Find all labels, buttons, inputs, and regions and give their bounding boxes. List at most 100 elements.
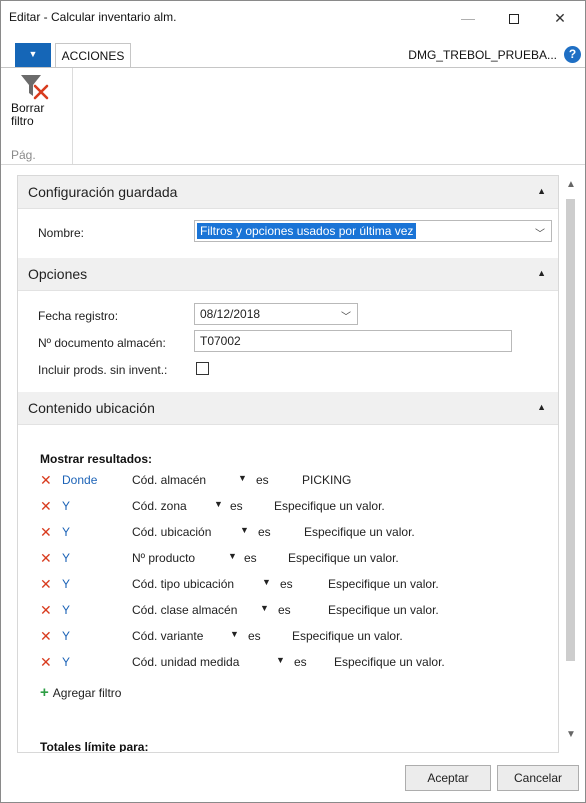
- filter-value[interactable]: Especifique un valor.: [292, 629, 403, 643]
- filter-conjunction: Y: [62, 499, 71, 513]
- filter-conjunction: Y: [62, 603, 71, 617]
- filter-row: ✕ Y Cód. clase almacén ▼ es Especifique …: [40, 602, 550, 620]
- add-filter-button[interactable]: + Agregar filtro: [40, 684, 121, 701]
- saved-config-value: Filtros y opciones usados por última vez: [197, 223, 417, 239]
- chevron-down-icon: ﹀: [535, 229, 545, 240]
- add-filter-label: Agregar filtro: [52, 686, 122, 700]
- cancel-button[interactable]: Cancelar: [497, 765, 579, 791]
- section-title: Opciones: [28, 266, 88, 282]
- filter-field[interactable]: Nº producto: [132, 551, 195, 565]
- limit-totals-label: Totales límite para:: [40, 740, 149, 753]
- section-bin-contents[interactable]: Contenido ubicación ▲: [18, 392, 558, 425]
- filter-field[interactable]: Cód. ubicación: [132, 525, 211, 539]
- filter-conjunction: Y: [62, 577, 71, 591]
- filter-conjunction: Y: [62, 525, 71, 539]
- remove-filter-icon[interactable]: ✕: [40, 498, 52, 514]
- filter-operator: es: [280, 577, 293, 591]
- chevron-up-icon[interactable]: ▲: [537, 268, 546, 278]
- filter-operator: es: [230, 499, 243, 513]
- filter-row: ✕ Y Nº producto ▼ es Especifique un valo…: [40, 550, 550, 568]
- filter-row: ✕ Y Cód. ubicación ▼ es Especifique un v…: [40, 524, 550, 542]
- filter-value[interactable]: Especifique un valor.: [304, 525, 415, 539]
- filter-conjunction: Y: [62, 629, 71, 643]
- date-value: 08/12/2018: [200, 307, 261, 321]
- filter-field[interactable]: Cód. clase almacén: [132, 603, 237, 617]
- section-saved-config[interactable]: Configuración guardada ▲: [18, 176, 558, 209]
- title-bar: Editar - Calcular inventario alm. — ✕: [1, 1, 585, 35]
- filter-value[interactable]: Especifique un valor.: [334, 655, 445, 669]
- filter-conjunction: Y: [62, 655, 71, 669]
- chevron-up-icon[interactable]: ▲: [537, 186, 546, 196]
- chevron-up-icon[interactable]: ▲: [537, 402, 546, 412]
- tab-acciones[interactable]: ACCIONES: [55, 43, 131, 68]
- saved-config-select[interactable]: Filtros y opciones usados por última vez…: [194, 220, 552, 242]
- ribbon-group-label: Pág.: [11, 148, 36, 162]
- filter-field[interactable]: Cód. almacén: [132, 473, 206, 487]
- doc-value: T07002: [200, 334, 241, 348]
- accept-button[interactable]: Aceptar: [405, 765, 491, 791]
- filter-row: ✕ Y Cód. zona ▼ es Especifique un valor.: [40, 498, 550, 516]
- caret-down-icon[interactable]: ▼: [214, 499, 223, 509]
- window-title: Editar - Calcular inventario alm.: [9, 10, 177, 24]
- clear-filter-icon: [21, 75, 49, 100]
- filter-row: ✕ Y Cód. tipo ubicación ▼ es Especifique…: [40, 576, 550, 594]
- minimize-button[interactable]: —: [445, 1, 491, 35]
- filter-value[interactable]: Especifique un valor.: [274, 499, 385, 513]
- filter-row: ✕ Y Cód. variante ▼ es Especifique un va…: [40, 628, 550, 646]
- section-title: Contenido ubicación: [28, 400, 155, 416]
- caret-down-icon[interactable]: ▼: [230, 629, 239, 639]
- filter-operator: es: [258, 525, 271, 539]
- maximize-button[interactable]: [491, 1, 537, 35]
- filter-value[interactable]: Especifique un valor.: [288, 551, 399, 565]
- close-button[interactable]: ✕: [537, 1, 583, 35]
- help-icon[interactable]: ?: [564, 46, 581, 63]
- scroll-down-icon[interactable]: ▼: [562, 727, 580, 743]
- remove-filter-icon[interactable]: ✕: [40, 602, 52, 618]
- dialog-window: Editar - Calcular inventario alm. — ✕ ▼ …: [0, 0, 586, 803]
- filter-value[interactable]: Especifique un valor.: [328, 603, 439, 617]
- remove-filter-icon[interactable]: ✕: [40, 524, 52, 540]
- ribbon-tab-bar: ▼ ACCIONES DMG_TREBOL_PRUEBA... ?: [1, 43, 585, 68]
- filter-value[interactable]: PICKING: [302, 473, 351, 487]
- date-input[interactable]: 08/12/2018 ﹀: [194, 303, 358, 325]
- filter-conjunction: Y: [62, 551, 71, 565]
- caret-down-icon[interactable]: ▼: [240, 525, 249, 535]
- company-name[interactable]: DMG_TREBOL_PRUEBA...: [408, 48, 557, 62]
- vertical-scrollbar[interactable]: ▲ ▼: [562, 175, 580, 743]
- filter-operator: es: [278, 603, 291, 617]
- filter-field[interactable]: Cód. tipo ubicación: [132, 577, 234, 591]
- ribbon-menu-button[interactable]: ▼: [15, 43, 51, 67]
- filter-operator: es: [244, 551, 257, 565]
- caret-down-icon[interactable]: ▼: [228, 551, 237, 561]
- section-options[interactable]: Opciones ▲: [18, 258, 558, 291]
- filter-field[interactable]: Cód. variante: [132, 629, 203, 643]
- doc-input[interactable]: T07002: [194, 330, 512, 352]
- clear-filter-label-2: filtro: [11, 114, 34, 128]
- filter-operator: es: [248, 629, 261, 643]
- filter-field[interactable]: Cód. unidad medida: [132, 655, 239, 669]
- filter-conjunction: Donde: [62, 473, 98, 487]
- remove-filter-icon[interactable]: ✕: [40, 628, 52, 644]
- remove-filter-icon[interactable]: ✕: [40, 550, 52, 566]
- scroll-up-icon[interactable]: ▲: [562, 177, 580, 193]
- maximize-icon: [509, 14, 519, 25]
- name-label: Nombre:: [38, 226, 85, 240]
- chevron-down-icon[interactable]: ﹀: [341, 308, 351, 323]
- clear-filter-button[interactable]: Borrar filtro: [7, 72, 63, 128]
- scrollbar-thumb[interactable]: [566, 199, 575, 661]
- remove-filter-icon[interactable]: ✕: [40, 576, 52, 592]
- section-title: Configuración guardada: [28, 184, 178, 200]
- filter-value[interactable]: Especifique un valor.: [328, 577, 439, 591]
- filter-field[interactable]: Cód. zona: [132, 499, 187, 513]
- filter-operator: es: [294, 655, 307, 669]
- plus-icon: +: [40, 684, 49, 701]
- caret-down-icon[interactable]: ▼: [262, 577, 271, 587]
- remove-filter-icon[interactable]: ✕: [40, 654, 52, 670]
- ribbon-group-page: Borrar filtro Pág.: [5, 68, 73, 164]
- caret-down-icon[interactable]: ▼: [238, 473, 247, 483]
- doc-label: Nº documento almacén:: [38, 336, 166, 350]
- remove-filter-icon[interactable]: ✕: [40, 472, 52, 488]
- include-checkbox[interactable]: [196, 362, 209, 375]
- caret-down-icon[interactable]: ▼: [260, 603, 269, 613]
- caret-down-icon[interactable]: ▼: [276, 655, 285, 665]
